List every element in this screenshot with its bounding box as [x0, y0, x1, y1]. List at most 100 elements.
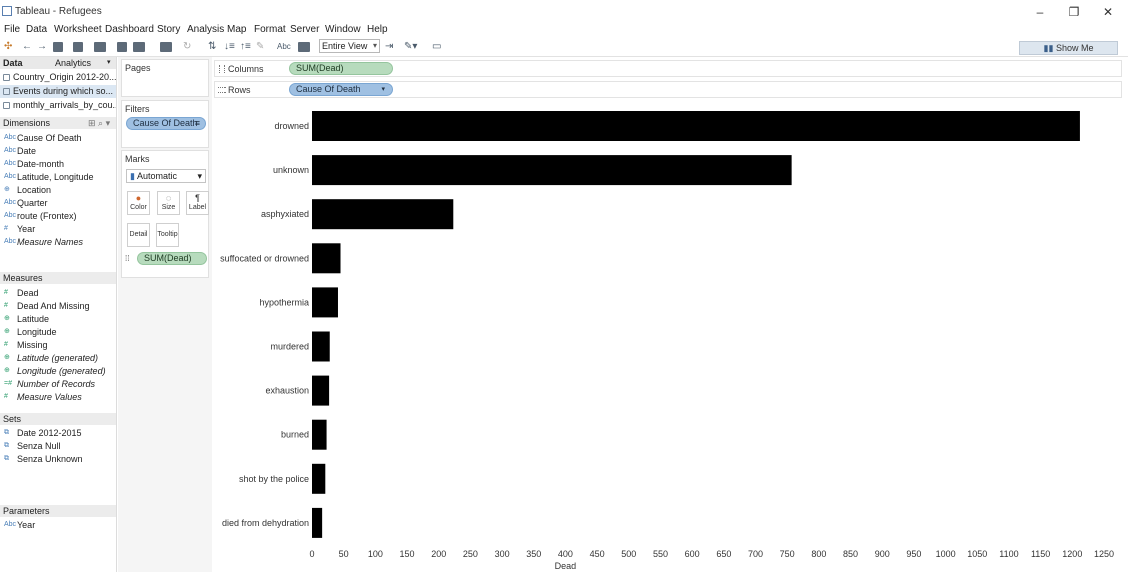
field-route-frontex[interactable]: route (Frontex) — [17, 210, 77, 222]
field-cause-of-death[interactable]: Cause Of Death — [17, 132, 82, 144]
x-axis-title[interactable]: Dead — [555, 561, 577, 571]
columns-shelf[interactable]: Columns SUM(Dead) — [214, 60, 1122, 77]
field-latitude-longitude[interactable]: Latitude, Longitude — [17, 171, 94, 183]
field-date-2012-2015[interactable]: Date 2012-2015 — [17, 427, 82, 439]
field-year[interactable]: Year — [17, 223, 35, 235]
field-missing[interactable]: Missing — [17, 339, 48, 351]
field-latitude-generated[interactable]: Latitude (generated) — [17, 352, 98, 364]
marks-pill-sum-dead[interactable]: SUM(Dead) — [137, 252, 207, 265]
data-source-monthly-arrivals[interactable]: monthly_arrivals_by_cou... — [0, 99, 116, 112]
show-mark-labels-icon[interactable]: Abc — [277, 41, 291, 53]
tooltip-button[interactable]: Tooltip — [156, 223, 179, 247]
field-number-of-records[interactable]: Number of Records — [17, 378, 95, 390]
mark-type-dropdown[interactable]: ▮ Automatic ▾ — [126, 169, 206, 183]
field-date[interactable]: Date — [17, 145, 36, 157]
show-me-button[interactable]: ▮▮ Show Me — [1019, 41, 1118, 55]
row-label-drowned[interactable]: drowned — [274, 121, 309, 131]
field-senza-null[interactable]: Senza Null — [17, 440, 61, 452]
row-label-exhaustion[interactable]: exhaustion — [265, 386, 309, 396]
field-dead[interactable]: Dead — [17, 287, 39, 299]
menu-window[interactable]: Window — [325, 24, 361, 35]
fix-axes-icon[interactable] — [298, 42, 310, 52]
maximize-button[interactable]: ❐ — [1059, 3, 1089, 21]
tab-data[interactable]: Data — [3, 57, 23, 69]
bar-hypothermia[interactable] — [312, 287, 338, 318]
rows-shelf[interactable]: Rows Cause Of Death ▾ — [214, 81, 1122, 98]
filter-pill-cause-of-death[interactable]: Cause Of Death ≡ — [126, 117, 206, 130]
columns-pill-sum-dead[interactable]: SUM(Dead) — [289, 62, 393, 75]
save-icon[interactable] — [53, 42, 63, 52]
bar-burned[interactable] — [312, 419, 327, 450]
fit-dropdown[interactable]: Entire View ▾ — [319, 39, 380, 53]
field-latitude[interactable]: Latitude — [17, 313, 49, 325]
field-measure-values[interactable]: Measure Values — [17, 391, 82, 403]
detail-button[interactable]: Detail — [127, 223, 150, 247]
pen-icon[interactable]: ✎▾ — [404, 41, 417, 53]
clear-sheet-icon[interactable] — [133, 42, 145, 52]
redo-icon[interactable]: → — [37, 41, 47, 53]
sort-descending-icon[interactable]: ↑≡ — [240, 41, 251, 53]
new-data-source-icon[interactable] — [73, 42, 83, 52]
bar-drowned[interactable] — [312, 111, 1080, 141]
row-label-burned[interactable]: burned — [281, 430, 309, 440]
filters-card[interactable]: Filters Cause Of Death ≡ — [121, 100, 209, 148]
duplicate-sheet-icon[interactable] — [117, 42, 127, 52]
color-button[interactable]: ● Color — [127, 191, 150, 215]
menu-map[interactable]: Map — [227, 24, 246, 35]
field-year[interactable]: Year — [17, 519, 35, 531]
sort-ascending-icon[interactable]: ↓≡ — [224, 41, 235, 53]
size-button[interactable]: ◌ Size — [157, 191, 180, 215]
presentation-icon[interactable]: ▭ — [432, 41, 441, 53]
row-label-asphyxiated[interactable]: asphyxiated — [261, 209, 309, 219]
rows-pill-cause-of-death[interactable]: Cause Of Death ▾ — [289, 83, 393, 96]
menu-analysis[interactable]: Analysis — [187, 24, 224, 35]
bar-murdered[interactable] — [312, 331, 330, 362]
label-button[interactable]: ¶ Label — [186, 191, 209, 215]
field-longitude-generated[interactable]: Longitude (generated) — [17, 365, 106, 377]
field-date-month[interactable]: Date-month — [17, 158, 64, 170]
refresh-icon[interactable]: ↻ — [183, 41, 191, 53]
row-label-suffocated-or-drowned[interactable]: suffocated or drowned — [220, 253, 309, 263]
bar-exhaustion[interactable] — [312, 375, 330, 406]
menu-story[interactable]: Story — [157, 24, 180, 35]
menu-help[interactable]: Help — [367, 24, 388, 35]
swap-rows-columns-icon[interactable]: ⇅ — [208, 41, 216, 53]
pane-menu-icon[interactable]: ▾ — [107, 57, 111, 69]
highlight-icon[interactable]: ✎ — [256, 41, 264, 53]
bar-unknown[interactable] — [312, 155, 792, 186]
sets-header: Sets — [0, 413, 116, 425]
menu-file[interactable]: File — [4, 24, 20, 35]
menu-format[interactable]: Format — [254, 24, 286, 35]
search-icon[interactable]: ⊞ ⌕ ▾ — [88, 117, 110, 129]
field-quarter[interactable]: Quarter — [17, 197, 48, 209]
tableau-logo-icon[interactable]: ✣ — [4, 41, 12, 53]
data-source-events[interactable]: Events during which so... — [0, 85, 116, 98]
bar-shot-by-the-police[interactable] — [312, 463, 326, 494]
bar-suffocated-or-drowned[interactable] — [312, 243, 341, 274]
data-source-country-origin[interactable]: Country_Origin 2012-20... — [0, 71, 116, 84]
pin-icon[interactable]: ⇥ — [385, 41, 393, 53]
menu-data[interactable]: Data — [26, 24, 47, 35]
minimize-button[interactable]: – — [1025, 3, 1055, 21]
field-senza-unknown[interactable]: Senza Unknown — [17, 453, 83, 465]
row-label-shot-by-the-police[interactable]: shot by the police — [239, 474, 309, 484]
row-label-hypothermia[interactable]: hypothermia — [259, 297, 309, 307]
field-dead-and-missing[interactable]: Dead And Missing — [17, 300, 90, 312]
new-worksheet-icon[interactable] — [94, 42, 106, 52]
row-label-unknown[interactable]: unknown — [273, 165, 309, 175]
menu-worksheet[interactable]: Worksheet — [54, 24, 102, 35]
undo-icon[interactable]: ← — [22, 41, 32, 53]
field-location[interactable]: Location — [17, 184, 51, 196]
pages-card[interactable]: Pages — [121, 59, 209, 97]
close-button[interactable]: ✕ — [1093, 3, 1123, 21]
bar-died-from-dehydration[interactable] — [312, 507, 323, 538]
swap-icon[interactable] — [160, 42, 172, 52]
row-label-died-from-dehydration[interactable]: died from dehydration — [222, 518, 309, 528]
row-label-murdered[interactable]: murdered — [270, 342, 309, 352]
field-longitude[interactable]: Longitude — [17, 326, 57, 338]
field-measure-names[interactable]: Measure Names — [17, 236, 83, 248]
menu-server[interactable]: Server — [290, 24, 319, 35]
bar-asphyxiated[interactable] — [312, 199, 454, 230]
tab-analytics[interactable]: Analytics — [55, 57, 91, 69]
menu-dashboard[interactable]: Dashboard — [105, 24, 154, 35]
